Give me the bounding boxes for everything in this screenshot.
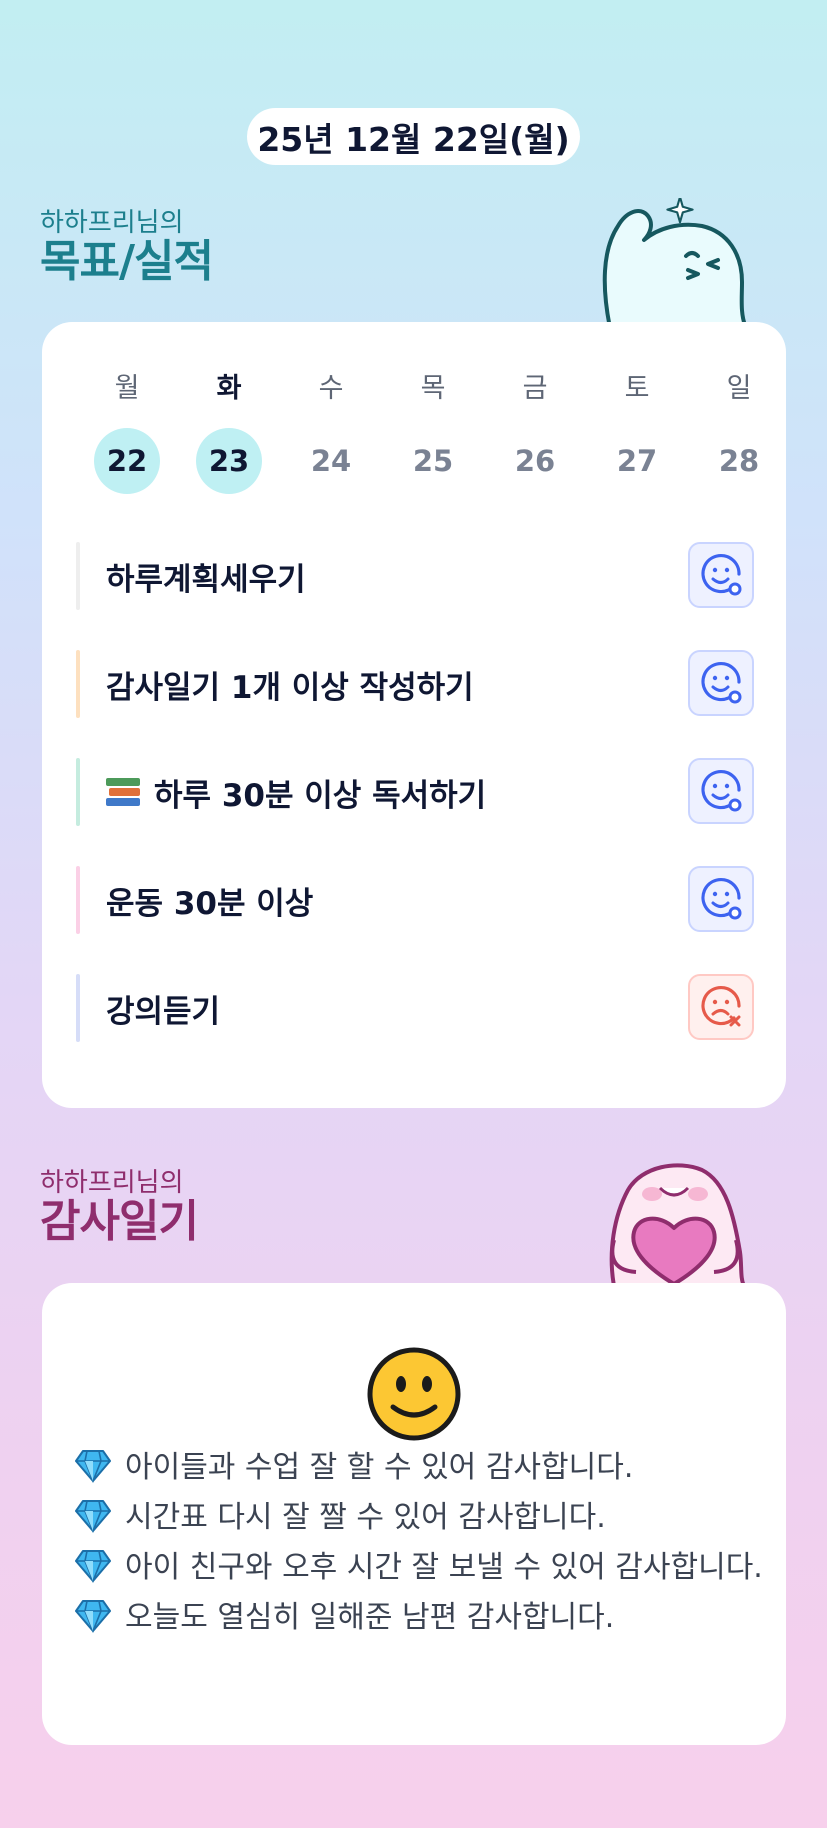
task-row[interactable]: 감사일기 1개 이상 작성하기 (76, 650, 754, 718)
day-sat[interactable]: 토 27 (586, 372, 688, 494)
gem-icon (75, 1449, 111, 1483)
thanks-entry: 아이 친구와 오후 시간 잘 보낼 수 있어 감사합니다. (75, 1543, 765, 1593)
task-row[interactable]: 강의듣기 (76, 974, 754, 1042)
thanks-entry: 오늘도 열심히 일해준 남편 감사합니다. (75, 1593, 765, 1643)
day-name: 금 (522, 373, 548, 404)
day-number: 22 (94, 428, 160, 494)
day-tue[interactable]: 화 23 (178, 372, 280, 494)
gem-icon (75, 1549, 111, 1583)
task-status-button[interactable] (688, 650, 754, 716)
thanks-list: 아이들과 수업 잘 할 수 있어 감사합니다. 시간표 다시 잘 짤 수 있어 … (75, 1443, 765, 1643)
task-status-button[interactable] (688, 974, 754, 1040)
day-number: 26 (514, 444, 556, 478)
day-name: 목 (420, 373, 446, 404)
thanks-text: 오늘도 열심히 일해준 남편 감사합니다. (125, 1600, 615, 1635)
gem-icon (75, 1599, 111, 1633)
smile-check-icon (701, 553, 742, 596)
thanks-entry: 아이들과 수업 잘 할 수 있어 감사합니다. (75, 1443, 765, 1493)
week-calendar: 월 22 화 23 수 24 목 25 금 26 토 27 일 28 (76, 372, 792, 494)
day-number: 23 (196, 428, 262, 494)
goals-section-title: 하하프리님의 목표/실적 (40, 208, 214, 287)
goals-card: 월 22 화 23 수 24 목 25 금 26 토 27 일 28 하루계획세… (42, 322, 786, 1108)
task-color-bar (76, 650, 80, 718)
sad-x-icon (701, 985, 741, 1027)
date-label: 25년 12월 22일(월) (257, 119, 570, 159)
thanks-card: 아이들과 수업 잘 할 수 있어 감사합니다. 시간표 다시 잘 짤 수 있어 … (42, 1283, 786, 1745)
day-sun[interactable]: 일 28 (688, 372, 790, 494)
heart-hug-mascot-icon (609, 1163, 746, 1284)
slightly-smiling-face-icon (367, 1347, 461, 1441)
task-label: 하루계획세우기 (106, 561, 306, 598)
task-label: 운동 30분 이상 (106, 885, 314, 922)
thanks-title: 감사일기 (40, 1196, 199, 1247)
gem-icon (75, 1499, 111, 1533)
task-row[interactable]: 운동 30분 이상 (76, 866, 754, 934)
smile-check-icon (701, 661, 742, 704)
books-emoji-icon (106, 778, 140, 806)
task-label: 강의듣기 (106, 993, 221, 1030)
thanks-text: 시간표 다시 잘 짤 수 있어 감사합니다. (125, 1500, 606, 1535)
task-status-button[interactable] (688, 866, 754, 932)
day-fri[interactable]: 금 26 (484, 372, 586, 494)
goals-title: 목표/실적 (40, 236, 214, 287)
day-name: 월 (114, 373, 140, 404)
day-number: 27 (616, 444, 658, 478)
day-mon[interactable]: 월 22 (76, 372, 178, 494)
thanks-section-title: 하하프리님의 감사일기 (40, 1168, 199, 1247)
task-status-button[interactable] (688, 758, 754, 824)
smile-check-icon (701, 769, 742, 812)
thanks-entry: 시간표 다시 잘 짤 수 있어 감사합니다. (75, 1493, 765, 1543)
day-number: 28 (718, 444, 760, 478)
task-color-bar (76, 974, 80, 1042)
task-color-bar (76, 758, 80, 826)
goals-subtitle: 하하프리님의 (40, 208, 184, 238)
day-thu[interactable]: 목 25 (382, 372, 484, 494)
waving-mascot-icon (602, 198, 748, 326)
smile-check-icon (701, 877, 742, 920)
day-number: 25 (412, 444, 454, 478)
thanks-text: 아이들과 수업 잘 할 수 있어 감사합니다. (125, 1450, 634, 1485)
task-status-button[interactable] (688, 542, 754, 608)
thanks-text: 아이 친구와 오후 시간 잘 보낼 수 있어 감사합니다. (125, 1550, 763, 1585)
day-wed[interactable]: 수 24 (280, 372, 382, 494)
day-name: 수 (318, 373, 344, 404)
task-color-bar (76, 866, 80, 934)
task-row[interactable]: 하루계획세우기 (76, 542, 754, 610)
day-number: 24 (310, 444, 352, 478)
task-label-wrap: 하루 30분 이상 독서하기 (106, 758, 486, 826)
task-label: 감사일기 1개 이상 작성하기 (106, 669, 474, 706)
thanks-subtitle: 하하프리님의 (40, 1168, 184, 1198)
day-name: 일 (726, 373, 752, 404)
day-name: 토 (624, 373, 650, 404)
task-label: 하루 30분 이상 독서하기 (154, 777, 487, 814)
task-color-bar (76, 542, 80, 610)
date-pill[interactable]: 25년 12월 22일(월) (247, 108, 580, 165)
task-row[interactable]: 하루 30분 이상 독서하기 (76, 758, 754, 826)
day-name: 화 (216, 373, 242, 404)
